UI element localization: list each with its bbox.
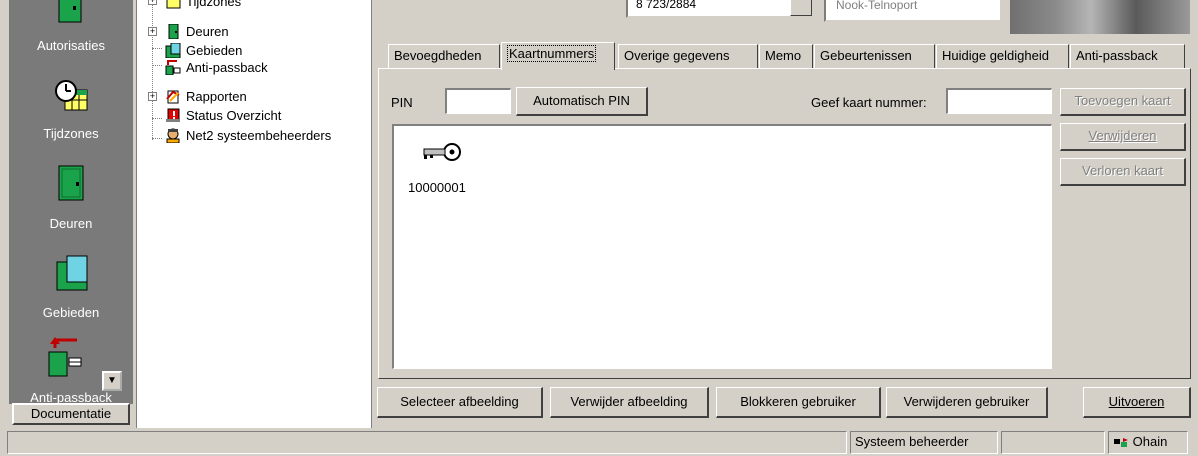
remove-card-button[interactable]: Verwijderen	[1060, 123, 1186, 151]
telephone-field-value: Nook-Telnoport	[836, 0, 918, 12]
tab-anti-passback[interactable]: Anti-passback	[1070, 44, 1185, 68]
pin-label: PIN	[391, 95, 413, 110]
scroll-down-button[interactable]: ▼	[102, 371, 122, 391]
shortcut-bar: Autorisaties Tijdzones Deuren Gebieden A…	[0, 0, 136, 428]
block-user-button[interactable]: Blokkeren gebruiker	[716, 387, 881, 418]
tree-item-deuren[interactable]: Deuren	[165, 23, 229, 40]
clock-calendar-icon	[166, 0, 181, 9]
remove-image-button[interactable]: Verwijder afbeelding	[550, 387, 709, 418]
tree-item-rapporten[interactable]: Rapporten	[165, 88, 247, 105]
shortcut-label: Gebieden	[42, 305, 100, 320]
shortcut-bar-panel: Autorisaties Tijdzones Deuren Gebieden A…	[9, 0, 133, 404]
anti-passback-icon	[48, 337, 82, 377]
tab-overige-gegevens[interactable]: Overige gegevens	[618, 44, 758, 68]
status-bar: Systeem beheerder Ohain	[0, 428, 1198, 456]
key-icon	[423, 143, 461, 161]
status-icon	[166, 108, 180, 123]
tree-item-status-overzicht[interactable]: Status Overzicht	[165, 107, 281, 124]
shortcut-gebieden[interactable]: Gebieden	[9, 250, 133, 324]
shortcut-label: Autorisaties	[37, 38, 105, 53]
tab-bevoegdheden[interactable]: Bevoegdheden	[388, 44, 500, 68]
area-icon	[165, 43, 181, 59]
select-image-button[interactable]: Selecteer afbeelding	[377, 387, 543, 418]
add-card-button[interactable]: Toevoegen kaart	[1060, 88, 1186, 116]
expand-tijdzones-toggle[interactable]: +	[148, 0, 157, 5]
calendar-dropdown-button[interactable]	[790, 0, 812, 16]
telephone-field[interactable]: Nook-Telnoport	[824, 0, 1002, 22]
date-field[interactable]: 8 723/2884	[626, 0, 814, 18]
tab-gebeurtenissen[interactable]: Gebeurtenissen	[814, 44, 935, 68]
area-icon	[56, 255, 88, 291]
triangle-down-icon: ▼	[107, 375, 117, 386]
status-pane-main	[7, 431, 847, 454]
tab-kaartnummers[interactable]: Kaartnummers	[501, 42, 615, 70]
reports-icon	[166, 90, 180, 104]
shortcut-tijdzones[interactable]: Tijdzones	[9, 76, 133, 148]
network-icon	[1114, 437, 1128, 447]
date-field-value: 8 723/2884	[636, 0, 697, 11]
tree-item-gebieden[interactable]: Gebieden	[165, 42, 242, 59]
anti-passback-icon	[165, 60, 181, 76]
automatic-pin-button[interactable]: Automatisch PIN	[516, 87, 648, 116]
navigation-tree: + + + Tijdzones Deuren Gebieden Anti-pas…	[136, 0, 372, 428]
tab-huidige-geldigheid[interactable]: Huidige geldigheid	[936, 44, 1069, 68]
shortcut-deuren[interactable]: Deuren	[9, 160, 133, 236]
card-number-label: Geef kaart nummer:	[811, 95, 927, 110]
status-pane-empty	[1001, 431, 1105, 454]
status-connection: Ohain	[1108, 431, 1188, 454]
user-details-panel: 8 723/2884 Nook-Telnoport Bevoegdheden K…	[373, 0, 1198, 428]
tab-memo[interactable]: Memo	[759, 44, 813, 68]
card-item[interactable]: 10000001	[408, 140, 488, 195]
expand-deuren-toggle[interactable]: +	[148, 27, 157, 36]
documentation-button[interactable]: Documentatie	[12, 403, 130, 425]
status-connection-label: Ohain	[1132, 434, 1168, 449]
tree-item-net2-systeembeheerders[interactable]: Net2 systeembeheerders	[165, 127, 331, 144]
clock-calendar-icon	[55, 80, 88, 111]
lost-card-button[interactable]: Verloren kaart	[1060, 158, 1186, 186]
pin-input[interactable]	[445, 88, 511, 114]
administrator-icon	[166, 128, 180, 144]
user-photo	[1010, 0, 1190, 34]
door-icon	[168, 24, 179, 40]
status-user-role: Systeem beheerder	[850, 431, 998, 454]
shortcut-autorisaties[interactable]: Autorisaties	[9, 0, 133, 60]
card-number-input[interactable]	[946, 88, 1052, 114]
authorization-icon	[58, 0, 82, 23]
shortcut-label: Deuren	[49, 216, 93, 231]
tree-item-tijdzones[interactable]: Tijdzones	[165, 0, 241, 10]
execute-button[interactable]: Uitvoeren	[1083, 387, 1191, 418]
tree-item-anti-passback[interactable]: Anti-passback	[165, 59, 268, 76]
shortcut-label: Anti-passback	[30, 390, 112, 404]
delete-user-button[interactable]: Verwijderen gebruiker	[886, 387, 1048, 418]
expand-rapporten-toggle[interactable]: +	[148, 92, 157, 101]
door-icon	[58, 165, 84, 201]
shortcut-anti-passback[interactable]: Anti-passback	[9, 334, 133, 404]
card-number: 10000001	[408, 180, 466, 195]
card-list[interactable]: 10000001	[392, 124, 1052, 369]
shortcut-label: Tijdzones	[43, 126, 99, 141]
